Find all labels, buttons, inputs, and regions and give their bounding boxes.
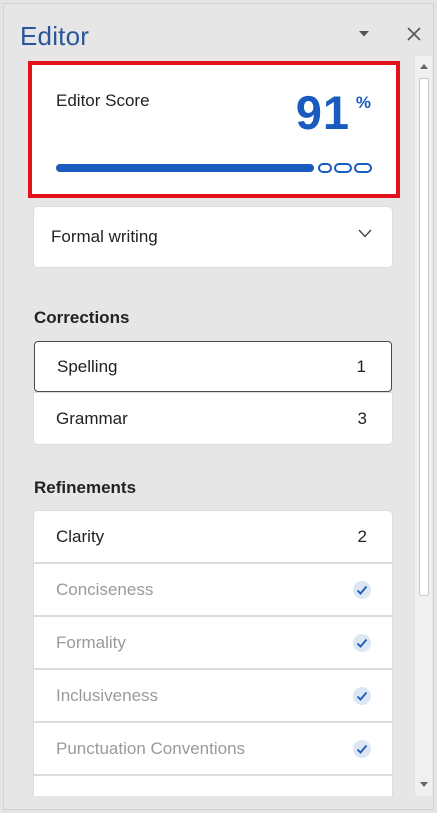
pane-content: Editor Score 91 % Formal writing Correct…	[4, 56, 412, 796]
check-icon	[353, 687, 371, 705]
correction-item-grammar[interactable]: Grammar 3	[34, 393, 392, 444]
editor-score-unit: %	[355, 93, 371, 112]
correction-item-count: 3	[357, 408, 367, 428]
refinement-item-label: Clarity	[56, 526, 105, 546]
correction-item-spelling[interactable]: Spelling 1	[34, 341, 392, 392]
chevron-down-icon	[358, 229, 372, 238]
editor-score-bar	[56, 162, 372, 174]
correction-item-label: Grammar	[56, 408, 128, 428]
scroll-up-button[interactable]	[416, 58, 432, 74]
check-icon	[353, 581, 371, 599]
editor-score-value: 91	[295, 86, 350, 139]
triangle-up-icon	[420, 63, 428, 69]
pane-title: Editor	[20, 21, 90, 51]
refinement-item-conciseness[interactable]: Conciseness	[34, 564, 392, 615]
refinement-item-partial[interactable]	[34, 776, 392, 796]
editor-score-fill	[56, 164, 314, 172]
chevron-down-icon	[359, 31, 369, 37]
refinement-item-label: Conciseness	[56, 579, 154, 599]
scroll-down-button[interactable]	[416, 776, 432, 792]
correction-item-label: Spelling	[57, 356, 118, 376]
editor-score-card[interactable]: Editor Score 91 %	[28, 61, 400, 198]
writing-style-label: Formal writing	[51, 227, 158, 246]
score-segment	[354, 163, 372, 173]
refinement-item-count: 2	[357, 526, 367, 546]
check-icon	[353, 740, 371, 758]
editor-score-label: Editor Score	[56, 91, 150, 110]
scrollbar-thumb[interactable]	[419, 78, 429, 596]
close-pane-button[interactable]	[402, 22, 426, 46]
close-icon	[407, 27, 421, 41]
refinement-item-label: Punctuation Conventions	[56, 738, 246, 758]
pane-scrollbar[interactable]	[414, 56, 432, 796]
score-segment	[318, 163, 332, 173]
writing-style-dropdown[interactable]: Formal writing	[34, 207, 392, 267]
correction-item-count: 1	[356, 356, 366, 376]
refinement-item-formality[interactable]: Formality	[34, 617, 392, 668]
refinement-item-punctuation-conventions[interactable]: Punctuation Conventions	[34, 723, 392, 774]
check-icon	[353, 634, 371, 652]
refinement-item-label: Formality	[56, 632, 126, 652]
refinement-item-label: Inclusiveness	[56, 685, 159, 705]
refinements-heading: Refinements	[34, 478, 137, 497]
pane-options-button[interactable]	[352, 22, 376, 46]
refinement-item-inclusiveness[interactable]: Inclusiveness	[34, 670, 392, 721]
score-segment	[334, 163, 352, 173]
editor-pane: Editor Editor Score 91 % Formal writing	[3, 3, 434, 810]
triangle-down-icon	[420, 781, 428, 787]
corrections-heading: Corrections	[34, 308, 130, 327]
refinement-item-clarity[interactable]: Clarity 2	[34, 511, 392, 562]
